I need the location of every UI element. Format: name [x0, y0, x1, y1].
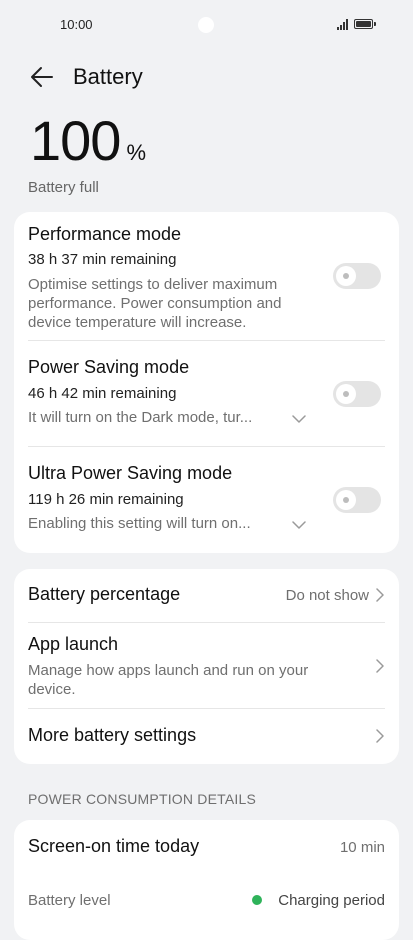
ultra-power-saving-mode-remaining: 119 h 26 min remaining — [28, 491, 184, 508]
section-title: POWER CONSUMPTION DETAILS — [28, 791, 256, 807]
header: Battery — [0, 60, 413, 96]
screen-on-time-row: Screen-on time today 10 min — [28, 820, 385, 874]
ultra-power-saving-mode-toggle[interactable] — [333, 487, 381, 513]
performance-mode-title: Performance mode — [28, 224, 182, 244]
chevron-down-icon[interactable] — [292, 415, 306, 424]
charging-period-legend-label: Charging period — [278, 892, 385, 909]
battery-settings-card: Battery percentage Do not show App launc… — [14, 569, 399, 764]
battery-level-value: 100 — [30, 109, 121, 172]
power-modes-card: Performance mode 38 h 37 min remaining O… — [14, 212, 399, 553]
screen-on-time-label: Screen-on time today — [28, 836, 200, 856]
more-battery-settings-row[interactable]: More battery settings — [28, 709, 385, 764]
screen-on-time-value: 10 min — [339, 839, 385, 856]
status-bar: 10:00 — [0, 0, 413, 50]
power-saving-mode-title: Power Saving mode — [28, 357, 190, 377]
battery-percentage-row[interactable]: Battery percentage Do not show — [28, 569, 385, 622]
toggle-knob — [336, 266, 356, 286]
more-battery-settings-label: More battery settings — [28, 725, 197, 745]
ultra-power-saving-mode-title: Ultra Power Saving mode — [28, 463, 233, 483]
ultra-power-saving-mode-description: Enabling this setting will turn on... — [28, 515, 251, 532]
status-time: 10:00 — [60, 17, 93, 32]
battery-percentage-label: Battery percentage — [28, 584, 181, 604]
battery-status-text: Battery full — [28, 179, 99, 196]
battery-level-chart-label: Battery level — [28, 892, 111, 909]
performance-mode-toggle[interactable] — [333, 263, 381, 289]
performance-mode-row[interactable]: Performance mode 38 h 37 min remaining O… — [28, 212, 385, 340]
back-arrow-icon[interactable] — [28, 63, 56, 91]
app-launch-label: App launch — [28, 634, 119, 654]
camera-cutout — [198, 17, 214, 33]
power-saving-mode-row[interactable]: Power Saving mode 46 h 42 min remaining … — [28, 341, 385, 446]
performance-mode-description: Optimise settings to deliver maximum per… — [28, 276, 282, 331]
chevron-right-icon — [376, 588, 384, 602]
toggle-knob — [336, 384, 356, 404]
battery-level-chart-header: Battery level Charging period — [28, 880, 385, 920]
chevron-down-icon[interactable] — [292, 521, 306, 530]
chevron-right-icon — [376, 729, 384, 743]
battery-percentage-value: Do not show — [285, 587, 369, 604]
app-launch-description: Manage how apps launch and run on your d… — [28, 662, 309, 698]
power-saving-mode-toggle[interactable] — [333, 381, 381, 407]
signal-icon — [337, 19, 349, 30]
toggle-knob — [336, 490, 356, 510]
ultra-power-saving-mode-row[interactable]: Ultra Power Saving mode 119 h 26 min rem… — [28, 447, 385, 553]
battery-level-unit: % — [126, 140, 146, 165]
power-consumption-card: Screen-on time today 10 min Battery leve… — [14, 820, 399, 940]
page-title: Battery — [73, 64, 143, 89]
power-saving-mode-remaining: 46 h 42 min remaining — [28, 385, 177, 402]
app-launch-row[interactable]: App launch Manage how apps launch and ru… — [28, 623, 385, 708]
battery-level-display: 100% — [30, 108, 146, 173]
power-saving-mode-description: It will turn on the Dark mode, tur... — [28, 409, 253, 426]
performance-mode-remaining: 38 h 37 min remaining — [28, 251, 177, 268]
charging-period-legend-dot — [252, 895, 262, 905]
chevron-right-icon — [376, 659, 384, 673]
battery-status-icon — [354, 19, 376, 29]
